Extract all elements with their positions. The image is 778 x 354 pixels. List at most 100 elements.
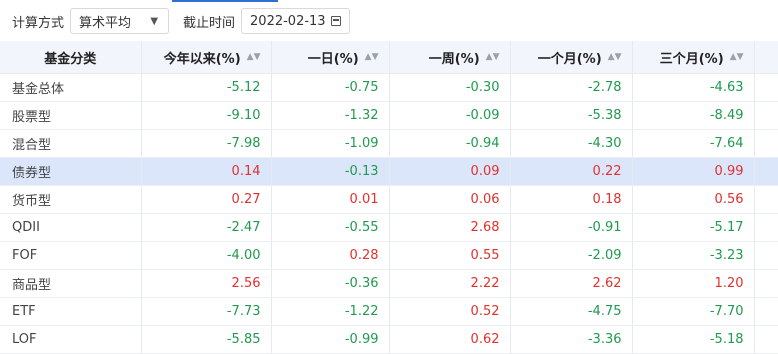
header-1w-label: 一周(%)	[428, 51, 480, 67]
return-value-cell: 0.14	[141, 157, 272, 186]
return-value-cell: 0.99	[632, 157, 755, 186]
extra-cell	[754, 73, 778, 102]
return-value-cell: 2.22	[389, 269, 511, 298]
extra-cell	[754, 157, 778, 186]
fund-category-cell: ETF	[0, 297, 142, 326]
header-3m-label: 三个月(%)	[659, 51, 724, 67]
fund-category-cell: 商品型	[0, 269, 142, 298]
table-row[interactable]: FOF -4.00 0.28 0.55 -2.09 -3.23	[0, 241, 778, 270]
return-value-cell: -1.09	[271, 129, 390, 158]
return-value-cell: -2.47	[141, 213, 272, 242]
return-value-cell: -2.78	[510, 73, 633, 102]
return-value-cell: -0.99	[271, 325, 390, 354]
return-value-cell: -7.64	[632, 129, 755, 158]
extra-cell	[754, 241, 778, 270]
extra-cell	[754, 185, 778, 214]
return-value-cell: 1.20	[632, 269, 755, 298]
return-value-cell: -5.12	[141, 73, 272, 102]
table-row[interactable]: LOF -5.85 -0.99 0.62 -3.36 -5.18	[0, 325, 778, 354]
return-value-cell: -0.94	[389, 129, 511, 158]
return-value-cell: -0.09	[389, 101, 511, 130]
table-row[interactable]: 混合型 -7.98 -1.09 -0.94 -4.30 -7.64	[0, 129, 778, 158]
table-row[interactable]: 股票型 -9.10 -1.32 -0.09 -5.38 -8.49	[0, 101, 778, 130]
header-3m[interactable]: 三个月(%) ▲▼	[632, 41, 755, 74]
table-row[interactable]: 商品型 2.56 -0.36 2.22 2.62 1.20	[0, 269, 778, 298]
sort-icon[interactable]: ▲▼	[486, 52, 500, 62]
sort-icon[interactable]: ▲▼	[247, 52, 261, 62]
return-value-cell: 0.28	[271, 241, 390, 270]
fund-category-cell: 货币型	[0, 185, 142, 214]
header-1m[interactable]: 一个月(%) ▲▼	[510, 41, 633, 74]
return-value-cell: -0.30	[389, 73, 511, 102]
return-value-cell: 0.18	[510, 185, 633, 214]
fund-performance-table: 基金分类 今年以来(%) ▲▼ 一日(%) ▲▼ 一周(%) ▲▼ 一个月(%) ▲▼ …	[0, 41, 778, 354]
return-value-cell: -5.18	[632, 325, 755, 354]
extra-cell	[754, 325, 778, 354]
header-extra	[754, 41, 778, 74]
filter-bar: 计算方式 算术平均 ▼ 截止时间 2022-02-13	[0, 7, 351, 35]
return-value-cell: -4.75	[510, 297, 633, 326]
return-value-cell: -5.85	[141, 325, 272, 354]
sort-icon[interactable]: ▲▼	[730, 52, 744, 62]
fund-category-cell: 债券型	[0, 157, 142, 186]
return-value-cell: -8.49	[632, 101, 755, 130]
table-row[interactable]: 货币型 0.27 0.01 0.06 0.18 0.56	[0, 185, 778, 214]
extra-cell	[754, 101, 778, 130]
caret-down-icon: ▼	[150, 15, 159, 27]
return-value-cell: -1.32	[271, 101, 390, 130]
header-1m-label: 一个月(%)	[537, 51, 602, 67]
return-value-cell: -2.09	[510, 241, 633, 270]
calc-method-label: 计算方式	[12, 15, 65, 31]
return-value-cell: 2.56	[141, 269, 272, 298]
extra-cell	[754, 213, 778, 242]
return-value-cell: 0.06	[389, 185, 511, 214]
header-1w[interactable]: 一周(%) ▲▼	[389, 41, 511, 74]
return-value-cell: 0.56	[632, 185, 755, 214]
header-1d-label: 一日(%)	[307, 51, 359, 67]
return-value-cell: -0.55	[271, 213, 390, 242]
sort-icon[interactable]: ▲▼	[608, 52, 622, 62]
return-value-cell: -5.17	[632, 213, 755, 242]
return-value-cell: 0.27	[141, 185, 272, 214]
return-value-cell: -5.38	[510, 101, 633, 130]
return-value-cell: -9.10	[141, 101, 272, 130]
fund-category-cell: FOF	[0, 241, 142, 270]
fund-category-cell: QDII	[0, 213, 142, 242]
table-row[interactable]: 基金总体 -5.12 -0.75 -0.30 -2.78 -4.63	[0, 73, 778, 102]
return-value-cell: -4.63	[632, 73, 755, 102]
table-row[interactable]: QDII -2.47 -0.55 2.68 -0.91 -5.17	[0, 213, 778, 242]
return-value-cell: -0.91	[510, 213, 633, 242]
return-value-cell: 0.22	[510, 157, 633, 186]
end-date-picker[interactable]: 2022-02-13	[241, 8, 351, 34]
return-value-cell: -7.70	[632, 297, 755, 326]
table-row[interactable]: ETF -7.73 -1.22 0.52 -4.75 -7.70	[0, 297, 778, 326]
return-value-cell: 0.52	[389, 297, 511, 326]
extra-cell	[754, 269, 778, 298]
extra-cell	[754, 297, 778, 326]
fund-category-cell: LOF	[0, 325, 142, 354]
sort-icon[interactable]: ▲▼	[365, 52, 379, 62]
return-value-cell: -1.22	[271, 297, 390, 326]
calc-method-select[interactable]: 算术平均 ▼	[70, 8, 170, 34]
table-row[interactable]: 债券型 0.14 -0.13 0.09 0.22 0.99	[0, 157, 778, 186]
header-1d[interactable]: 一日(%) ▲▼	[271, 41, 390, 74]
calc-method-value: 算术平均	[79, 15, 132, 31]
fund-category-cell: 基金总体	[0, 73, 142, 102]
fund-category-cell: 混合型	[0, 129, 142, 158]
return-value-cell: -4.30	[510, 129, 633, 158]
return-value-cell: -3.23	[632, 241, 755, 270]
return-value-cell: 0.55	[389, 241, 511, 270]
table-header-row: 基金分类 今年以来(%) ▲▼ 一日(%) ▲▼ 一周(%) ▲▼ 一个月(%) ▲▼ …	[0, 41, 778, 74]
return-value-cell: 2.68	[389, 213, 511, 242]
fund-category-cell: 股票型	[0, 101, 142, 130]
return-value-cell: -3.36	[510, 325, 633, 354]
return-value-cell: -4.00	[141, 241, 272, 270]
return-value-cell: 0.62	[389, 325, 511, 354]
top-tab-indicator	[172, 0, 278, 2]
return-value-cell: 2.62	[510, 269, 633, 298]
extra-cell	[754, 129, 778, 158]
return-value-cell: 0.01	[271, 185, 390, 214]
header-ytd[interactable]: 今年以来(%) ▲▼	[141, 41, 272, 74]
end-date-value: 2022-02-13	[250, 13, 326, 29]
return-value-cell: -7.73	[141, 297, 272, 326]
